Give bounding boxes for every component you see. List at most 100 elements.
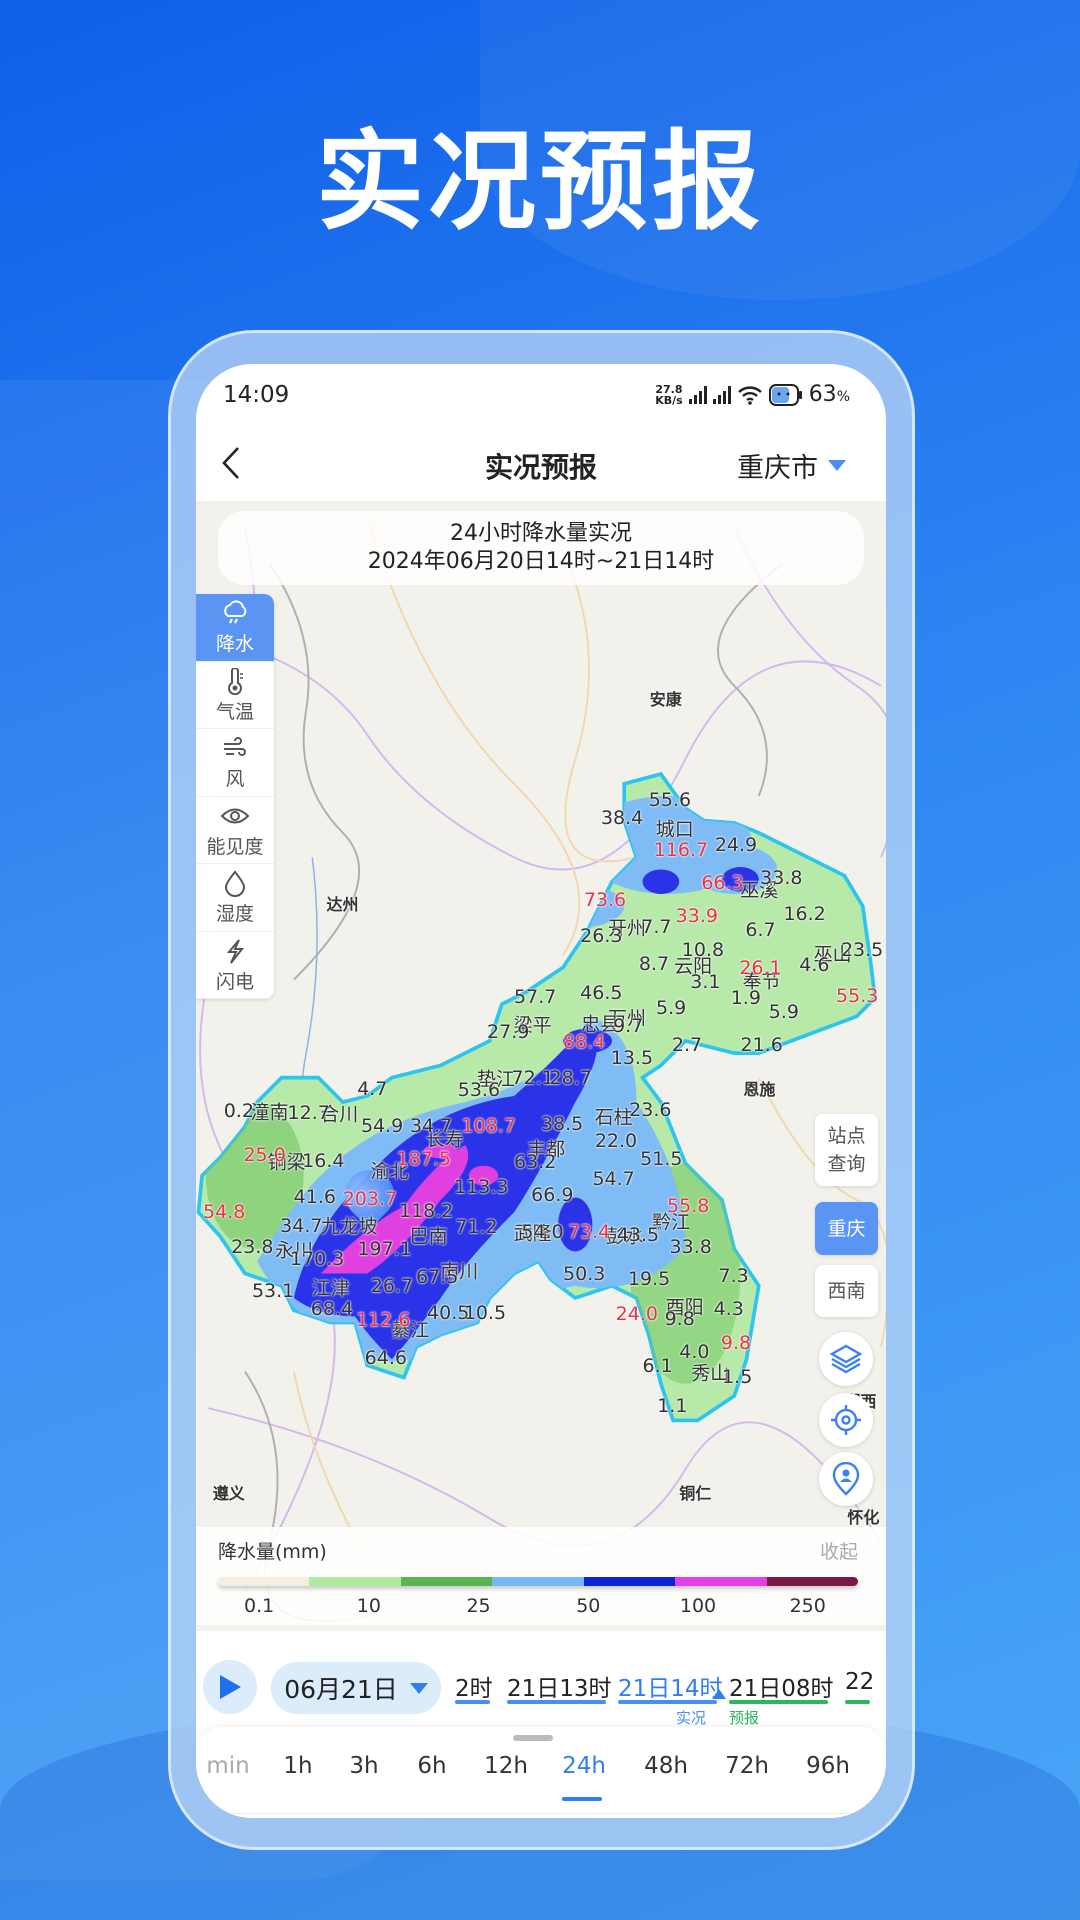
legend-color-segment	[492, 1577, 584, 1586]
active-tab-indicator	[562, 1797, 602, 1801]
rainfall-value: 53.6	[457, 1079, 501, 1101]
layers-button[interactable]	[819, 1332, 873, 1386]
duration-tab[interactable]: 96h	[806, 1753, 850, 1779]
rainfall-value: 66.3	[701, 872, 744, 894]
time-item[interactable]: 22	[845, 1669, 874, 1695]
battery-icon	[768, 383, 802, 406]
rainfall-legend: 降水量(mm) 收起 0.1 10 25 50 100 250	[196, 1527, 886, 1625]
drag-handle[interactable]	[513, 1735, 553, 1741]
rainfall-value: 54.8	[203, 1201, 246, 1224]
time-item-selected[interactable]: 21日14时	[618, 1669, 723, 1703]
rainfall-value: 4.3	[713, 1298, 744, 1321]
status-bar: 14:09 27.8 KB/s 63%	[196, 364, 886, 424]
rainfall-value: 54.9	[360, 1114, 404, 1137]
rainfall-value: 10.5	[463, 1301, 507, 1324]
play-button[interactable]	[203, 1660, 257, 1714]
layer-menu-item[interactable]: 湿度	[196, 864, 274, 932]
legend-tick-label: 50	[576, 1595, 601, 1617]
observed-underline	[455, 1700, 490, 1704]
divider	[196, 1813, 886, 1814]
layer-menu-label: 风	[225, 768, 245, 790]
rainfall-value: 26.7	[370, 1274, 414, 1297]
duration-tab[interactable]: 6h	[417, 1753, 446, 1779]
city-selector[interactable]: 重庆市	[737, 446, 846, 485]
eye-icon	[220, 808, 250, 823]
rainfall-value: 46.5	[580, 982, 623, 1005]
rainfall-value: 24.0	[615, 1303, 658, 1326]
legend-tick-label: 250	[789, 1595, 826, 1617]
time-item[interactable]: 21日13时	[507, 1669, 612, 1703]
time-item[interactable]: 2时	[455, 1669, 493, 1703]
rainfall-value: 108.7	[461, 1114, 516, 1137]
rainfall-value: 4.6	[799, 954, 830, 977]
rainfall-value: 43.5	[616, 1223, 660, 1246]
city-label: 安康	[649, 690, 682, 710]
rainfall-value: 34.7	[409, 1114, 453, 1137]
duration-tab[interactable]: 24h	[562, 1753, 606, 1779]
layers-icon	[830, 1344, 862, 1374]
hero-title: 实况预报	[315, 120, 764, 245]
play-icon	[220, 1675, 241, 1699]
rainfall-value: 72.1	[511, 1066, 554, 1089]
legend-color-segment	[218, 1577, 310, 1586]
info-card-title: 24小时降水量实况	[450, 521, 632, 546]
battery-level: 63	[808, 382, 837, 407]
rainfall-value: 113.3	[454, 1175, 509, 1198]
forecast-underline	[729, 1700, 828, 1704]
time-item[interactable]: 21日08时	[729, 1669, 834, 1703]
city-name: 重庆市	[737, 453, 818, 484]
rainfall-value: 16.2	[783, 902, 826, 925]
duration-tab[interactable]: 1h	[283, 1753, 312, 1779]
map-view[interactable]: 城口 巫溪 开州 云阳 巫山 奉节 万州 梁平 石柱 潼南 合川 长寿 丰都 铜梁 黔江 南川 江津 酉阳 秀山 渝北…	[196, 501, 886, 1631]
current-time-marker	[712, 1689, 726, 1699]
date-value: 06月21日	[284, 1675, 398, 1704]
duration-tab[interactable]: 3h	[349, 1753, 378, 1779]
duration-tab[interactable]: 12h	[484, 1753, 528, 1779]
region-southwest-button[interactable]: 西南	[815, 1265, 878, 1317]
duration-tab[interactable]: min	[206, 1753, 249, 1779]
duration-tab[interactable]: 48h	[644, 1753, 688, 1779]
rainfall-value: 187.5	[396, 1147, 451, 1170]
layer-menu-label: 能见度	[206, 835, 264, 858]
rainfall-value: 5.9	[655, 996, 687, 1019]
rainfall-value: 21.6	[740, 1033, 783, 1056]
district-label: 城口	[655, 818, 694, 841]
user-location-button[interactable]	[819, 1452, 873, 1506]
station-query-button[interactable]: 站点查询	[815, 1114, 878, 1186]
timeline-bar: 06月21日 2时 21日13时 21日14时 21日08时 22 实况 预报	[196, 1647, 886, 1727]
rainfall-value: 51.5	[640, 1147, 683, 1170]
user-location-icon	[832, 1462, 860, 1496]
date-selector[interactable]: 06月21日	[271, 1662, 441, 1714]
layer-menu-item[interactable]: 降水	[196, 594, 274, 662]
locate-button[interactable]	[819, 1393, 873, 1447]
rainfall-value: 7.3	[718, 1265, 749, 1288]
rainfall-value: 25.0	[243, 1143, 286, 1166]
rainfall-value: 13.5	[610, 1047, 654, 1070]
region-chongqing-button[interactable]: 重庆	[815, 1202, 878, 1255]
rainfall-value: 197.1	[357, 1238, 412, 1261]
rainfall-value: 67.5	[416, 1266, 459, 1289]
rainfall-value: 64.6	[364, 1347, 407, 1370]
legend-tick-label: 10	[356, 1595, 381, 1617]
rainfall-value: 54.0	[521, 1221, 564, 1243]
layer-menu-item[interactable]: 风	[196, 729, 274, 797]
rainfall-value: 116.7	[653, 839, 709, 861]
layer-menu-label: 降水	[215, 633, 254, 655]
header: 实况预报 重庆市	[196, 424, 886, 501]
legend-tick-label: 0.1	[244, 1595, 275, 1617]
rainfall-value: 54.7	[592, 1168, 635, 1191]
observed-underline	[507, 1700, 606, 1704]
rainfall-value: 9.8	[664, 1308, 695, 1330]
district-label: 江津	[311, 1277, 350, 1300]
layer-menu-item[interactable]: 气温	[196, 662, 274, 729]
layer-menu-item[interactable]: 能见度	[196, 797, 274, 864]
duration-tab[interactable]: 72h	[725, 1753, 769, 1779]
rainfall-value: 16.4	[302, 1150, 345, 1172]
legend-color-segment	[400, 1577, 493, 1586]
layer-menu-item[interactable]: 闪电	[196, 932, 274, 999]
rainfall-value: 27.9	[487, 1021, 530, 1044]
info-card: 24小时降水量实况 2024年06月20日14时~21日14时	[218, 511, 864, 585]
rainfall-value: 57.7	[514, 985, 557, 1008]
legend-color-segment	[309, 1577, 401, 1586]
legend-collapse-button[interactable]: 收起	[820, 1537, 858, 1564]
